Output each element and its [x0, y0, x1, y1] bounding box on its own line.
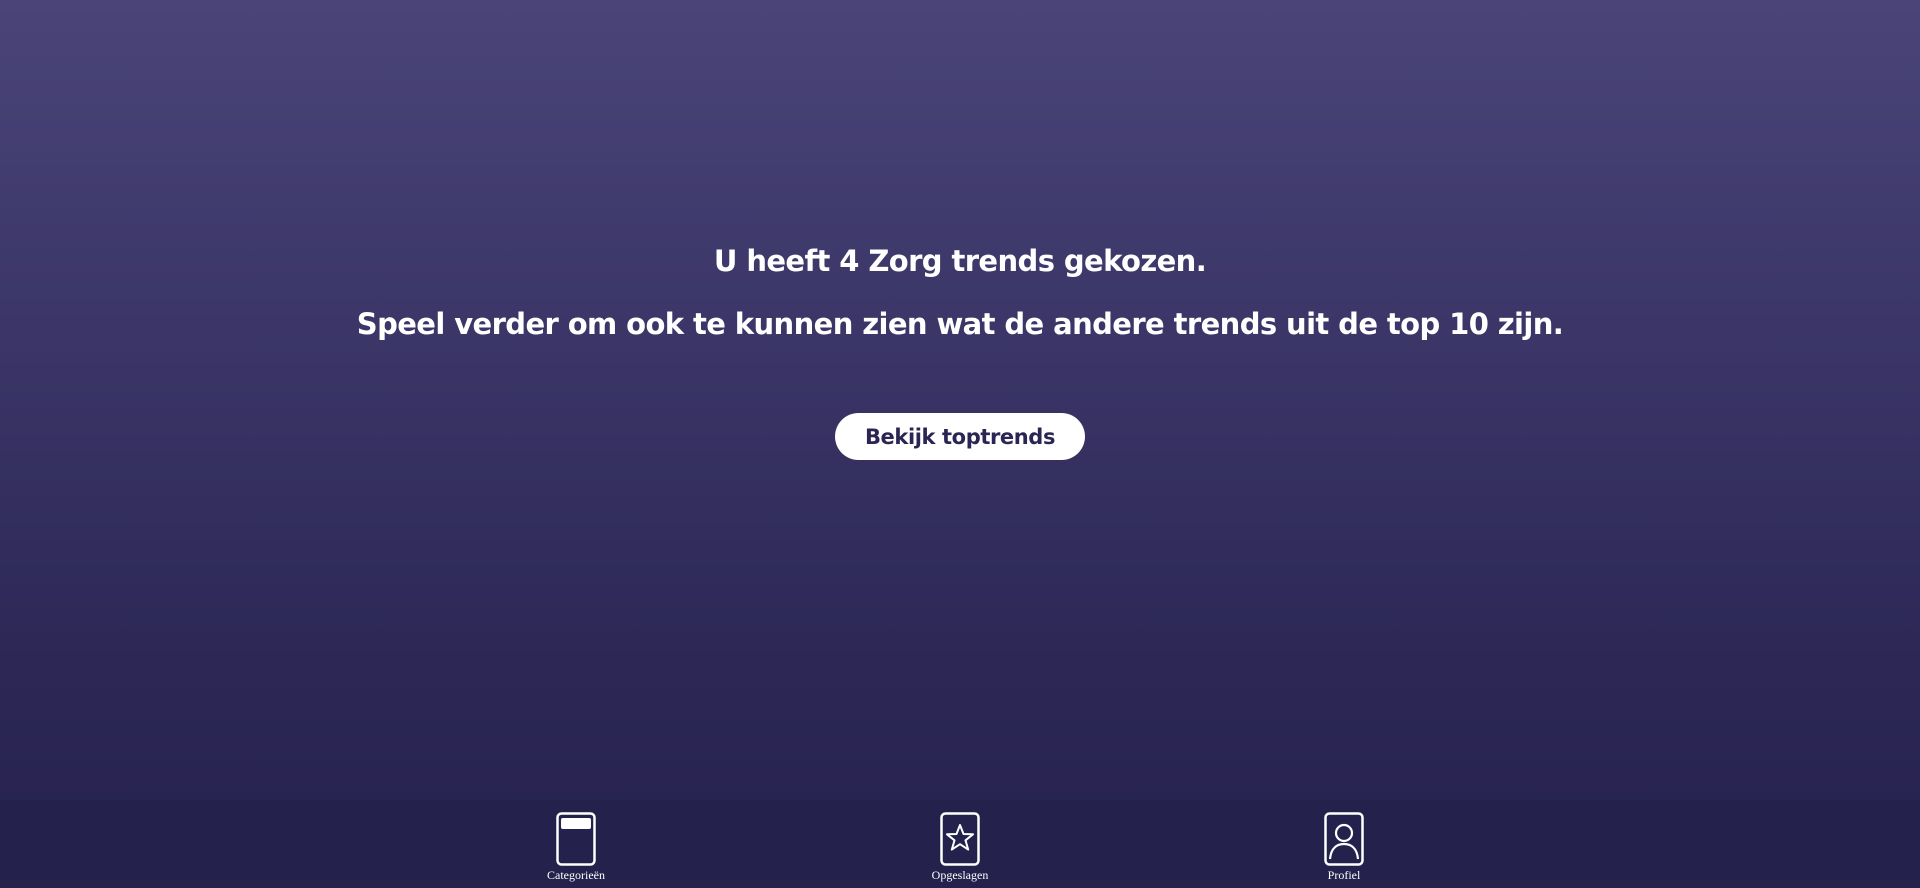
chosen-trends-message: U heeft 4 Zorg trends gekozen. — [713, 244, 1207, 278]
star-icon — [940, 812, 980, 866]
nav-item-saved[interactable]: Opgeslagen — [880, 800, 1040, 888]
nav-item-profile[interactable]: Profiel — [1264, 800, 1424, 888]
main-content: U heeft 4 Zorg trends gekozen. Speel ver… — [0, 0, 1920, 800]
person-icon — [1324, 812, 1364, 866]
nav-item-categories[interactable]: Categorieën — [496, 800, 656, 888]
continue-playing-message: Speel verder om ook te kunnen zien wat d… — [356, 307, 1564, 341]
view-top-trends-button[interactable]: Bekijk toptrends — [835, 413, 1085, 460]
bottom-navigation: Categorieën Opgeslagen Profiel — [0, 800, 1920, 888]
nav-label-profile: Profiel — [1327, 868, 1361, 882]
card-icon — [556, 812, 596, 866]
nav-label-saved: Opgeslagen — [931, 868, 989, 882]
nav-label-categories: Categorieën — [547, 868, 605, 882]
